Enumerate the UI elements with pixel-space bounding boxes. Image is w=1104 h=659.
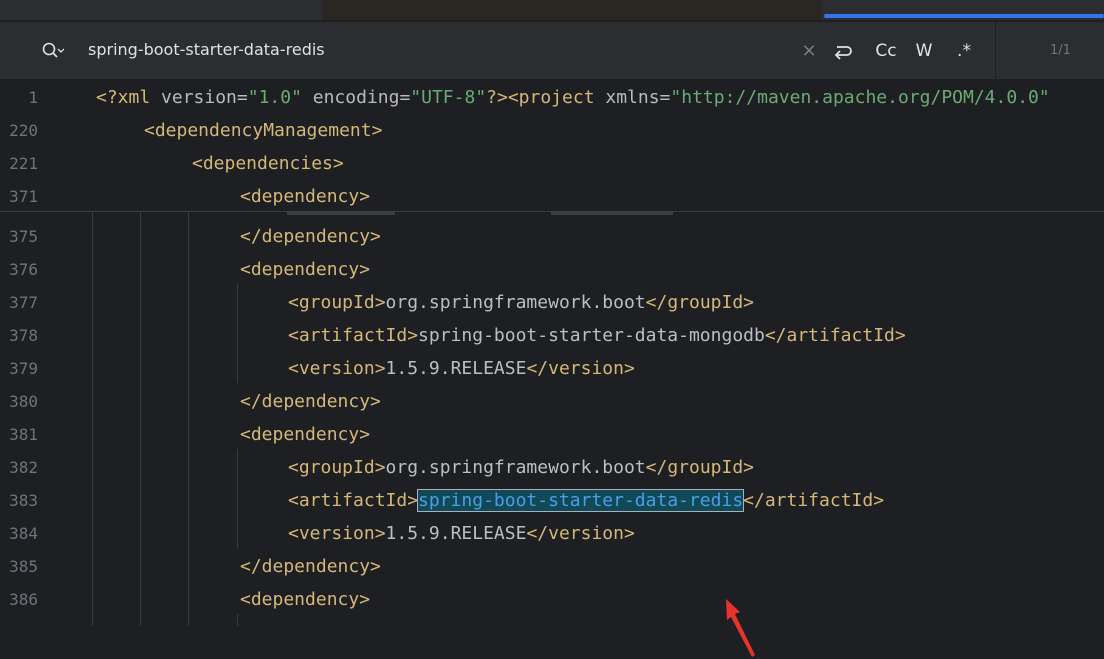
code-line[interactable]: 377 <groupId>org.springframework.boot</gr… [0, 286, 1104, 319]
active-tab-indicator [824, 14, 1104, 18]
sticky-line[interactable]: 371 <dependency> [0, 180, 1104, 213]
sticky-line[interactable]: 221 <dependencies> [0, 147, 1104, 180]
code-line[interactable]: 376 <dependency> [0, 253, 1104, 286]
line-number: 380 [9, 392, 38, 411]
code-token: org.springframework.boot [385, 457, 646, 478]
code-line[interactable]: 381 <dependency> [0, 418, 1104, 451]
code-line[interactable]: 375 </dependency> [0, 220, 1104, 253]
line-number: 220 [9, 121, 38, 140]
close-icon[interactable]: × [800, 39, 818, 63]
code-line[interactable]: 382 <groupId>org.springframework.boot</gr… [0, 451, 1104, 484]
line-number: 379 [9, 359, 38, 378]
search-icon[interactable] [42, 42, 64, 60]
code-token: </groupId> [645, 457, 755, 478]
code-token: </artifactId> [764, 325, 906, 346]
code-token: <artifactId> [288, 490, 419, 511]
sticky-line[interactable]: 220 <dependencyManagement> [0, 114, 1104, 147]
scroll-marker [287, 212, 395, 215]
search-match-highlight: spring-boot-starter-data-redis [417, 489, 745, 512]
code-token: <groupId> [288, 292, 386, 313]
code-token: <artifactId> [288, 325, 419, 346]
editor-tab[interactable] [0, 0, 322, 20]
code-token: </dependency> [240, 226, 381, 247]
editor-tab-active[interactable] [822, 0, 1104, 20]
code-token: ?><project [486, 87, 606, 108]
line-number: 371 [9, 187, 38, 206]
match-case-button[interactable]: Cc [872, 39, 900, 63]
code-token: </artifactId> [743, 490, 885, 511]
code-token: <dependency> [240, 589, 371, 610]
regex-button[interactable]: .* [953, 39, 975, 63]
code-editor[interactable]: 1 <?xml version="1.0" encoding="UTF-8"?>… [0, 79, 1104, 657]
code-token: <groupId> [288, 457, 386, 478]
code-token: version= [161, 87, 248, 108]
code-token: org.springframework.boot [385, 292, 646, 313]
code-token: </version> [526, 358, 635, 379]
code-token: <dependency> [240, 424, 371, 445]
code-token: <dependency> [240, 186, 371, 207]
code-token: <version> [288, 523, 386, 544]
code-token: <dependencies> [192, 153, 344, 174]
code-token: "1.0" [247, 87, 302, 108]
divider [995, 22, 996, 79]
line-number: 386 [9, 590, 38, 609]
code-line[interactable]: 384 <version>1.5.9.RELEASE</version> [0, 517, 1104, 550]
code-token: 1.5.9.RELEASE [385, 523, 527, 544]
search-input[interactable]: spring-boot-starter-data-redis [88, 40, 325, 59]
code-line[interactable]: 380 </dependency> [0, 385, 1104, 418]
sticky-line[interactable]: 1 <?xml version="1.0" encoding="UTF-8"?>… [0, 81, 1104, 114]
match-count: 1/1 [1050, 43, 1071, 58]
code-token: "http://maven.apache.org/POM/4.0.0" [670, 87, 1050, 108]
wrap-icon[interactable] [830, 39, 854, 63]
line-number: 383 [9, 491, 38, 510]
line-number: 1 [28, 88, 38, 107]
code-token: 1.5.9.RELEASE [385, 358, 527, 379]
code-token: <?xml [96, 87, 162, 108]
code-token: "UTF-8" [410, 87, 487, 108]
line-number: 381 [9, 425, 38, 444]
editor-tab-strip [0, 0, 1104, 20]
code-token: </dependency> [240, 556, 381, 577]
code-token: </groupId> [645, 292, 755, 313]
line-number: 385 [9, 557, 38, 576]
code-line[interactable]: 378 <artifactId>spring-boot-starter-data-… [0, 319, 1104, 352]
line-number: 378 [9, 326, 38, 345]
code-token: <dependencyManagement> [144, 120, 383, 141]
editor-tab[interactable] [322, 0, 822, 20]
line-number: 221 [9, 154, 38, 173]
whole-words-button[interactable]: W [913, 39, 935, 63]
scroll-marker [551, 212, 673, 215]
code-line[interactable]: 379 <version>1.5.9.RELEASE</version> [0, 352, 1104, 385]
code-line[interactable]: 386 <dependency> [0, 583, 1104, 616]
line-number: 376 [9, 260, 38, 279]
line-number: 384 [9, 524, 38, 543]
find-bar: spring-boot-starter-data-redis × Cc W .*… [0, 21, 1104, 80]
code-token: spring-boot-starter-data-mongodb [418, 325, 765, 346]
code-token: </dependency> [240, 391, 381, 412]
code-token: xmlns= [605, 87, 671, 108]
code-token: </version> [526, 523, 635, 544]
code-line[interactable]: 383 <artifactId>spring-boot-starter-data-… [0, 484, 1104, 517]
line-number: 375 [9, 227, 38, 246]
line-number: 377 [9, 293, 38, 312]
code-line[interactable]: 385 </dependency> [0, 550, 1104, 583]
line-number: 382 [9, 458, 38, 477]
code-token: <version> [288, 358, 386, 379]
arrow-annotation-icon [726, 599, 755, 657]
code-token: encoding= [301, 87, 411, 108]
code-token: <dependency> [240, 259, 371, 280]
